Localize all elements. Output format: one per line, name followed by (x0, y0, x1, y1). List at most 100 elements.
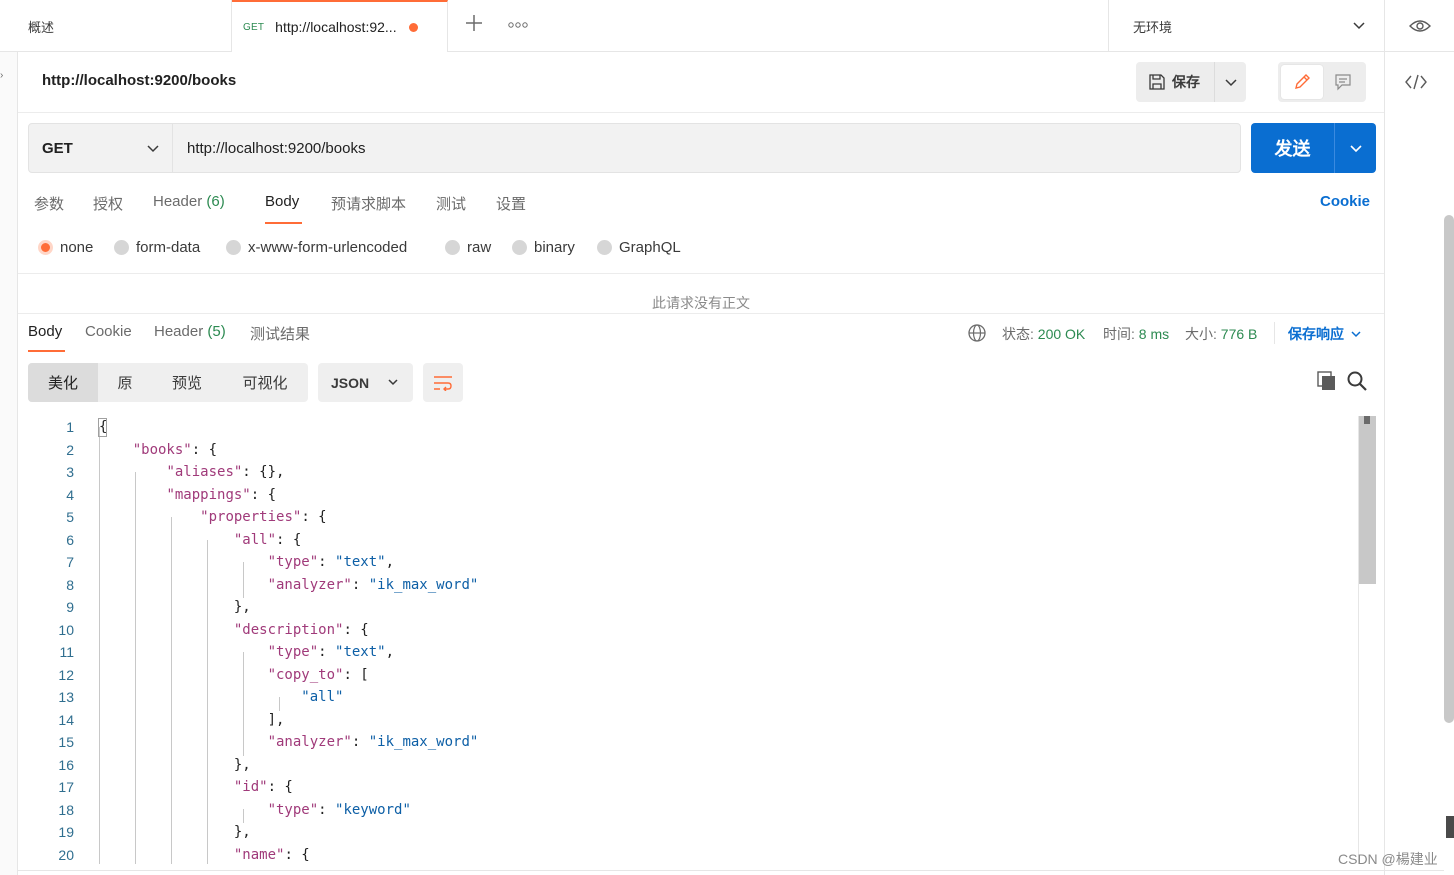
response-tab-headers[interactable]: Header (5) (154, 323, 226, 340)
radio-none[interactable]: none (38, 239, 93, 256)
line-number: 17 (58, 779, 74, 795)
edit-mode-button[interactable] (1281, 65, 1323, 99)
response-tab-body[interactable]: Body (28, 323, 62, 340)
line-number: 13 (58, 689, 74, 705)
code-line: 8 "analyzer": "ik_max_word" (18, 574, 1358, 597)
new-tab-button[interactable] (462, 13, 486, 37)
time-info[interactable]: 时间: 8 ms (1103, 324, 1169, 344)
size-label: 大小: (1185, 326, 1217, 342)
response-body-editor[interactable]: 1{2 "books": {3 "aliases": {}, 4 "mapping… (18, 416, 1358, 864)
cookies-link[interactable]: Cookie (1320, 193, 1370, 210)
line-number: 9 (66, 599, 74, 615)
save-response-label: 保存响应 (1288, 326, 1344, 342)
view-pretty-button[interactable]: 美化 (28, 363, 98, 402)
line-number: 4 (66, 486, 74, 503)
response-tab-cookies-label: Cookie (85, 323, 132, 340)
tab-url-label: http://localhost:92... (275, 19, 397, 35)
chevron-down-icon (1351, 331, 1361, 338)
tab-body[interactable]: Body (265, 193, 299, 210)
send-button[interactable]: 发送 (1251, 123, 1335, 173)
code-text: "description": { (233, 621, 369, 638)
save-button-label: 保存 (1172, 74, 1200, 90)
wrap-lines-button[interactable] (423, 363, 463, 402)
line-number: 8 (66, 576, 74, 593)
save-options-button[interactable] (1215, 62, 1246, 102)
code-text: "type": "keyword" (267, 801, 411, 818)
response-format-select[interactable]: JSON (318, 363, 413, 402)
line-number: 5 (66, 509, 74, 525)
tab-headers-count: (6) (206, 193, 225, 210)
response-tab-cookies[interactable]: Cookie (85, 323, 132, 340)
tab-headers-label: Header (153, 193, 203, 210)
save-button[interactable]: 保存 (1136, 62, 1215, 102)
more-tabs-button[interactable] (506, 13, 530, 37)
environment-select[interactable]: 无环境 (1108, 0, 1384, 52)
code-line: 10 "description": { (18, 619, 1358, 642)
radio-x-www-form-urlencoded[interactable]: x-www-form-urlencoded (226, 239, 407, 256)
tab-authorization[interactable]: 授权 (93, 193, 123, 214)
tab-overview[interactable]: 概述 (18, 0, 232, 52)
search-button[interactable] (1346, 370, 1368, 392)
line-number: 16 (58, 756, 74, 773)
view-visualize-button[interactable]: 可视化 (222, 363, 308, 402)
tab-request-active[interactable]: GET http://localhost:92... (232, 0, 448, 52)
radio-form-data[interactable]: form-data (114, 239, 200, 256)
request-title: http://localhost:9200/books (42, 72, 237, 89)
code-line: 5 "properties": { (18, 506, 1358, 529)
view-raw-button[interactable]: 原 (98, 363, 152, 402)
url-input[interactable]: http://localhost:9200/books (172, 123, 1241, 173)
radio-binary[interactable]: binary (512, 239, 575, 256)
view-pretty-label: 美化 (47, 375, 78, 392)
radio-unselected-icon (512, 240, 527, 255)
http-method-value: GET (42, 139, 73, 157)
tab-tests[interactable]: 测试 (436, 193, 466, 214)
code-line: 1{ (18, 416, 1358, 439)
send-button-label: 发送 (1274, 139, 1311, 159)
save-response-button[interactable]: 保存响应 (1288, 324, 1362, 344)
code-snippet-button[interactable] (1397, 66, 1435, 98)
response-tab-test-results[interactable]: 测试结果 (250, 323, 310, 344)
tab-authorization-label: 授权 (93, 196, 124, 213)
divider (18, 273, 1384, 274)
editor-scrollbar-thumb[interactable] (1359, 416, 1376, 584)
tab-tests-label: 测试 (436, 196, 467, 213)
globe-icon[interactable] (967, 323, 987, 348)
copy-button[interactable] (1316, 370, 1338, 392)
code-text: "type": "text", (267, 644, 395, 660)
window-scrollbar[interactable] (1444, 215, 1454, 723)
line-number: 19 (58, 824, 74, 840)
environment-label: 无环境 (1133, 19, 1173, 35)
chevron-down-icon (388, 379, 398, 386)
view-preview-button[interactable]: 预览 (152, 363, 222, 402)
size-info[interactable]: 大小: 776 B (1185, 324, 1257, 344)
divider (1274, 322, 1275, 344)
code-text: "copy_to": [ (267, 666, 369, 683)
http-method-select[interactable]: GET (28, 123, 173, 173)
tab-pre-request-script[interactable]: 预请求脚本 (331, 193, 406, 214)
code-line: 20 "name": { (18, 844, 1358, 865)
code-text: "properties": { (200, 509, 327, 525)
plus-icon (466, 15, 482, 31)
response-view-mode-group: 美化 原 预览 可视化 (28, 363, 308, 402)
line-number: 18 (58, 801, 74, 818)
code-text: "name": { (233, 846, 310, 863)
pane-resize-handle[interactable] (18, 313, 1384, 314)
status-info[interactable]: 状态: 200 OK (1002, 324, 1085, 344)
environment-quick-look-button[interactable] (1384, 0, 1454, 52)
send-options-button[interactable] (1335, 123, 1376, 173)
response-tab-body-label: Body (28, 323, 63, 340)
chevron-down-icon (1353, 22, 1365, 30)
code-line: 18 "type": "keyword" (18, 799, 1358, 822)
line-number: 20 (58, 846, 74, 863)
chevron-right-icon[interactable]: › (0, 70, 3, 81)
tab-method-label: GET (243, 21, 265, 33)
radio-raw-label: raw (467, 239, 492, 256)
radio-raw[interactable]: raw (445, 239, 491, 256)
tab-params[interactable]: 参数 (34, 193, 64, 214)
radio-graphql[interactable]: GraphQL (597, 239, 681, 256)
tab-settings[interactable]: 设置 (496, 193, 526, 214)
radio-urlencoded-label: x-www-form-urlencoded (248, 239, 408, 256)
comments-mode-button[interactable] (1323, 65, 1363, 99)
tab-headers[interactable]: Header (6) (153, 193, 225, 210)
size-value: 776 B (1220, 326, 1258, 342)
